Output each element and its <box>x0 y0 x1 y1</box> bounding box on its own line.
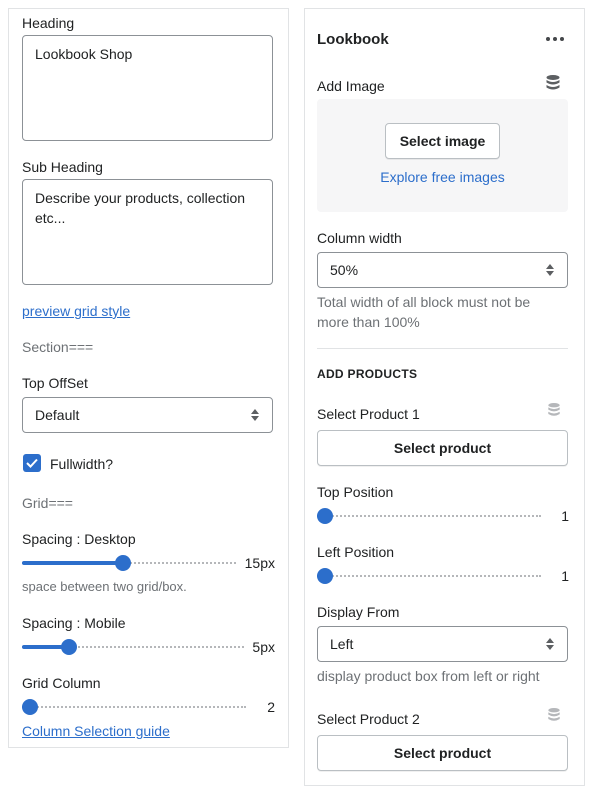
more-horizontal-icon[interactable] <box>544 31 566 47</box>
select-caret-icon <box>546 264 554 276</box>
sub-heading-label: Sub Heading <box>22 159 103 175</box>
heading-textarea[interactable]: Lookbook Shop <box>22 35 273 141</box>
select-product-2-button[interactable]: Select product <box>317 735 568 771</box>
spacing-mobile-label: Spacing : Mobile <box>22 615 126 631</box>
column-width-help: Total width of all block must not be mor… <box>317 294 531 330</box>
column-width-selected-value: 50% <box>330 262 359 278</box>
slider-thumb[interactable] <box>317 568 333 584</box>
left-position-label: Left Position <box>317 544 395 560</box>
slider-thumb[interactable] <box>22 699 38 715</box>
top-offset-selected-value: Default <box>35 407 80 423</box>
select-product-1-label: Select Product 1 <box>317 406 420 422</box>
left-position-slider[interactable] <box>317 566 541 586</box>
heading-label: Heading <box>22 15 75 31</box>
lookbook-block-panel: Lookbook Add Image Select image Explore … <box>304 8 585 786</box>
fullwidth-checkbox[interactable] <box>23 454 41 472</box>
column-selection-guide-link[interactable]: Column Selection guide <box>22 723 170 739</box>
section-marker: Section=== <box>22 339 94 355</box>
select-caret-icon <box>251 409 259 421</box>
top-position-label: Top Position <box>317 484 394 500</box>
slider-thumb[interactable] <box>115 555 131 571</box>
spacing-desktop-label: Spacing : Desktop <box>22 531 136 547</box>
checkmark-icon <box>26 458 38 468</box>
add-image-label: Add Image <box>317 78 385 94</box>
image-dropzone[interactable]: Select image Explore free images <box>317 99 568 212</box>
display-from-selected-value: Left <box>330 636 354 652</box>
grid-column-label: Grid Column <box>22 675 101 691</box>
top-offset-label: Top OffSet <box>22 375 88 391</box>
spacing-desktop-help: space between two grid/box. <box>22 579 187 594</box>
select-product-2-label: Select Product 2 <box>317 711 420 727</box>
select-caret-icon <box>546 638 554 650</box>
grid-column-value: 2 <box>267 699 275 715</box>
spacing-desktop-value: 15px <box>244 555 275 571</box>
database-icon[interactable] <box>547 402 561 418</box>
database-icon[interactable] <box>545 74 561 92</box>
slider-thumb[interactable] <box>61 639 77 655</box>
top-offset-select[interactable]: Default <box>22 397 273 433</box>
left-position-value: 1 <box>561 568 569 584</box>
top-position-value: 1 <box>561 508 569 524</box>
top-position-slider[interactable] <box>317 506 541 526</box>
grid-marker: Grid=== <box>22 495 73 511</box>
slider-fill <box>22 561 123 565</box>
column-width-select[interactable]: 50% <box>317 252 568 288</box>
display-from-help: display product box from left or right <box>317 668 540 684</box>
slider-thumb[interactable] <box>317 508 333 524</box>
preview-grid-style-link[interactable]: preview grid style <box>22 303 130 319</box>
database-icon[interactable] <box>547 707 561 723</box>
spacing-mobile-value: 5px <box>252 639 275 655</box>
divider <box>317 348 568 349</box>
sub-heading-textarea[interactable]: Describe your products, collection etc..… <box>22 179 273 285</box>
column-width-label: Column width <box>317 230 402 246</box>
add-products-section-title: ADD PRODUCTS <box>317 367 418 381</box>
spacing-desktop-slider[interactable] <box>22 553 236 573</box>
block-title: Lookbook <box>317 31 389 48</box>
spacing-mobile-slider[interactable] <box>22 637 244 657</box>
display-from-select[interactable]: Left <box>317 626 568 662</box>
left-settings-panel: Heading Lookbook Shop Sub Heading Descri… <box>8 8 289 748</box>
grid-column-slider[interactable] <box>22 697 246 717</box>
display-from-label: Display From <box>317 604 400 620</box>
explore-free-images-link[interactable]: Explore free images <box>380 169 505 185</box>
select-image-button[interactable]: Select image <box>385 123 500 159</box>
select-product-1-button[interactable]: Select product <box>317 430 568 466</box>
fullwidth-label: Fullwidth? <box>50 456 114 472</box>
